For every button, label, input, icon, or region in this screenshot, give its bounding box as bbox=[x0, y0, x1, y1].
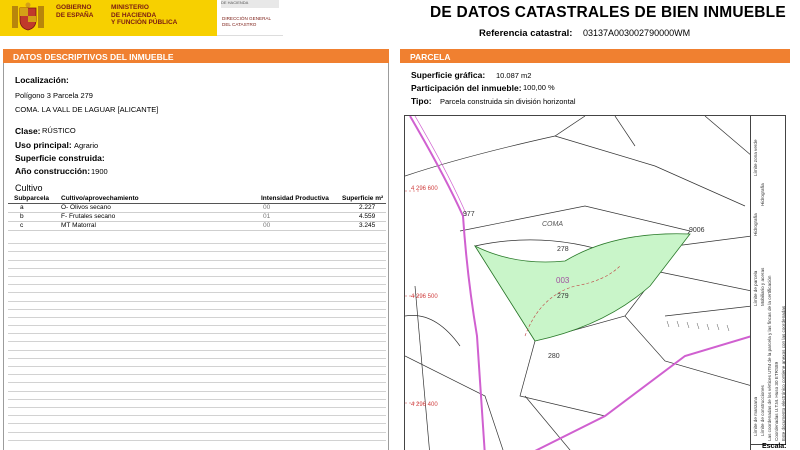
uso-value: Agrario bbox=[74, 141, 99, 150]
header: GOBIERNO DE ESPAÑA MINISTERIO DE HACIEND… bbox=[0, 0, 800, 42]
legend-item: Este documento electrónico contiene anex… bbox=[781, 305, 786, 441]
map-label-977: 977 bbox=[463, 211, 475, 218]
localizacion-line2: COMA. LA VALL DE LAGUAR [ALICANTE] bbox=[15, 105, 159, 114]
table-header: Subparcela Cultivo/aprovechamiento Inten… bbox=[8, 195, 386, 204]
cultivo-title: Cultivo bbox=[15, 183, 43, 193]
ministry-text: MINISTERIO DE HACIENDA Y FUNCIÓN PÚBLICA bbox=[111, 4, 178, 26]
tipo-label: Tipo: bbox=[411, 96, 432, 106]
map-label-280: 280 bbox=[548, 353, 560, 360]
tipo-value: Parcela construida sin división horizont… bbox=[440, 97, 576, 106]
cell-cultivo: MT Matorral bbox=[61, 222, 96, 229]
map-label-9006: 9006 bbox=[689, 227, 705, 234]
map-coord-north-a: 4 296 600 bbox=[411, 186, 438, 192]
col-header-intensidad: Intensidad Productiva bbox=[261, 195, 329, 202]
localizacion-label: Localización: bbox=[15, 75, 69, 85]
ano-construccion-label: Año construcción: bbox=[15, 166, 91, 176]
table-row: b F- Frutales secano 01 4.559 bbox=[8, 213, 386, 222]
clase-label: Clase: bbox=[15, 126, 41, 136]
ano-construccion-value: 1900 bbox=[91, 167, 108, 176]
cadastral-map: 4 296 600 4 296 500 4 296 400 977 COMA 2… bbox=[404, 115, 751, 450]
cell-subparcela: b bbox=[20, 213, 24, 220]
legend-item: Hidrografía bbox=[760, 183, 765, 206]
gov-text: GOBIERNO DE ESPAÑA bbox=[56, 4, 94, 19]
legend-item: Límite de parcela bbox=[753, 270, 758, 306]
cell-cultivo: O- Olivos secano bbox=[61, 204, 111, 211]
cell-superficie: 2.227 bbox=[359, 204, 376, 211]
cell-intensidad: 00 bbox=[263, 222, 271, 229]
document-title: DE DATOS CATASTRALES DE BIEN INMUEBLE bbox=[430, 4, 786, 21]
map-coord-north-c: 4 296 400 bbox=[411, 402, 438, 408]
clase-value: RÚSTICO bbox=[42, 126, 76, 135]
directorate-text: DIRECCIÓN GENERAL DEL CATASTRO bbox=[222, 16, 272, 27]
legend-item: Las coordenadas de los vértices UTM de l… bbox=[767, 275, 772, 441]
cell-intensidad: 01 bbox=[263, 213, 271, 220]
coat-of-arms-icon bbox=[12, 2, 44, 31]
reference-value: 03137A003002790000WM bbox=[583, 28, 691, 38]
map-label-279: 279 bbox=[557, 293, 569, 300]
legend-item: Coordenadas U.T.M. Huso 30 ETRS89 bbox=[774, 361, 779, 441]
col-header-cultivo: Cultivo/aprovechamiento bbox=[61, 195, 139, 202]
escala-label: Escala: bbox=[762, 443, 787, 450]
reference-label: Referencia catastral: bbox=[479, 28, 573, 39]
superficie-construida-label: Superficie construida: bbox=[15, 153, 105, 163]
empty-table-lines bbox=[8, 236, 386, 441]
uso-label: Uso principal: bbox=[15, 140, 72, 150]
map-svg: 4 296 600 4 296 500 4 296 400 977 COMA 2… bbox=[405, 116, 750, 450]
cell-cultivo: F- Frutales secano bbox=[61, 213, 116, 220]
legend-item: Hidrografía bbox=[753, 213, 758, 236]
legend-item: Mobiliario y aceras bbox=[760, 267, 765, 306]
legend-item: Límite de manzana bbox=[753, 396, 758, 436]
section-bar-parcela: PARCELA bbox=[400, 49, 790, 63]
col-header-superficie: Superficie m² bbox=[342, 195, 384, 202]
government-logo-block: GOBIERNO DE ESPAÑA MINISTERIO DE HACIEND… bbox=[0, 0, 217, 36]
cell-superficie: 4.559 bbox=[359, 213, 376, 220]
superficie-grafica-label: Superficie gráfica: bbox=[411, 70, 486, 80]
section-bar-descriptive: DATOS DESCRIPTIVOS DEL INMUEBLE bbox=[3, 49, 389, 63]
col-header-subparcela: Subparcela bbox=[14, 195, 50, 202]
cell-subparcela: c bbox=[20, 222, 24, 229]
cell-superficie: 3.245 bbox=[359, 222, 376, 229]
participacion-value: 100,00 % bbox=[523, 83, 555, 92]
map-legend: Límite de parcela Hidrografía Límite zon… bbox=[750, 115, 786, 445]
table-row: c MT Matorral 00 3.245 bbox=[8, 222, 386, 231]
participacion-label: Participación del inmueble: bbox=[411, 83, 522, 93]
map-label-coma: COMA bbox=[542, 221, 563, 228]
cultivo-table: Subparcela Cultivo/aprovechamiento Inten… bbox=[8, 195, 386, 231]
cell-intensidad: 00 bbox=[263, 204, 271, 211]
legend-item: Límite de construcciones bbox=[760, 385, 765, 436]
map-coord-north-b: 4 296 500 bbox=[411, 294, 438, 300]
sub-gov-text: DE HACIENDA bbox=[221, 0, 279, 8]
superficie-grafica-value: 10.087 m2 bbox=[496, 71, 532, 80]
legend-item: Límite zona verde bbox=[753, 139, 758, 176]
map-label-003: 003 bbox=[556, 276, 570, 285]
localizacion-line1: Polígono 3 Parcela 279 bbox=[15, 91, 93, 100]
cell-subparcela: a bbox=[20, 204, 24, 211]
map-label-278: 278 bbox=[557, 246, 569, 253]
table-row: a O- Olivos secano 00 2.227 bbox=[8, 204, 386, 213]
